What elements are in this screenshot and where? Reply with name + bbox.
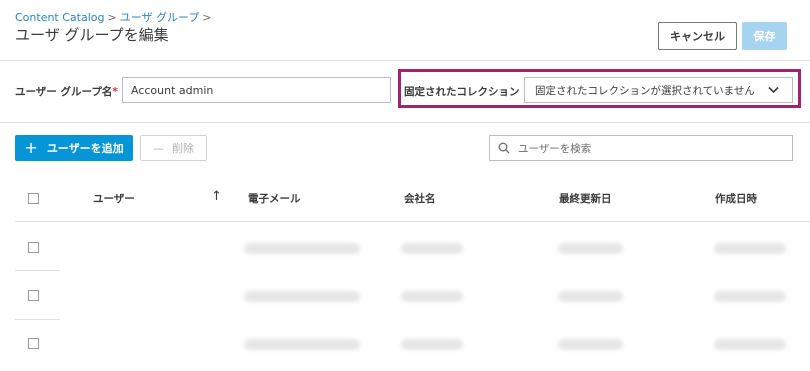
pinned-collection-value: 固定されたコレクションが選択されていません xyxy=(535,84,755,97)
search-placeholder: ユーザーを検索 xyxy=(518,142,592,155)
table-header-divider xyxy=(15,221,810,222)
breadcrumb-separator: > xyxy=(107,11,117,24)
row-modified-blurred xyxy=(558,291,623,302)
column-header-company[interactable]: 会社名 xyxy=(404,191,436,206)
group-name-label: ユーザー グループ名* xyxy=(15,84,118,99)
pinned-collection-label: 固定されたコレクション xyxy=(404,86,520,98)
row-company-blurred xyxy=(401,339,463,350)
breadcrumb-link-content-catalog[interactable]: Content Catalog xyxy=(15,11,105,24)
row-created-blurred xyxy=(714,339,786,350)
form-divider xyxy=(0,122,810,123)
row-company-blurred xyxy=(401,243,463,254)
row-divider xyxy=(15,270,60,271)
breadcrumb-link-user-groups[interactable]: ユーザ グループ xyxy=(120,11,200,24)
row-email-blurred xyxy=(244,291,360,302)
add-user-label: ユーザーを追加 xyxy=(46,142,124,155)
header-divider xyxy=(0,60,810,61)
required-mark: * xyxy=(112,86,118,98)
row-email-blurred xyxy=(244,243,360,254)
row-checkbox[interactable] xyxy=(28,338,39,349)
delete-button[interactable]: — 削除 xyxy=(140,135,207,161)
row-modified-blurred xyxy=(558,339,623,350)
add-user-button[interactable]: + ユーザーを追加 xyxy=(15,135,133,161)
row-checkbox[interactable] xyxy=(28,290,39,301)
group-name-label-text: ユーザー グループ名 xyxy=(15,86,113,98)
row-modified-blurred xyxy=(558,243,623,254)
row-created-blurred xyxy=(714,291,786,302)
row-created-blurred xyxy=(714,243,786,254)
delete-label: 削除 xyxy=(172,142,194,155)
column-header-email[interactable]: 電子メール xyxy=(248,191,301,206)
group-name-input[interactable]: Account admin xyxy=(122,77,391,103)
cancel-button[interactable]: キャンセル xyxy=(658,22,737,50)
row-checkbox[interactable] xyxy=(28,242,39,253)
save-button[interactable]: 保存 xyxy=(742,22,787,50)
breadcrumb-separator: > xyxy=(202,11,212,24)
breadcrumb: Content Catalog > ユーザ グループ > xyxy=(15,9,215,25)
search-input[interactable]: ユーザーを検索 xyxy=(489,135,793,161)
row-divider xyxy=(15,319,60,320)
column-header-user[interactable]: ユーザー xyxy=(93,191,135,206)
search-icon xyxy=(498,142,510,154)
column-header-last-modified[interactable]: 最終更新日 xyxy=(559,191,612,206)
sort-arrow-up-icon[interactable]: ↑ xyxy=(211,189,222,204)
row-email-blurred xyxy=(244,339,360,350)
row-company-blurred xyxy=(401,291,463,302)
pinned-collection-select[interactable]: 固定されたコレクションが選択されていません xyxy=(524,77,793,103)
chevron-down-icon xyxy=(768,86,779,94)
select-all-checkbox[interactable] xyxy=(28,193,39,204)
minus-icon: — xyxy=(153,141,164,155)
column-header-created[interactable]: 作成日時 xyxy=(715,191,757,206)
page-title: ユーザ グループを編集 xyxy=(15,26,169,44)
plus-icon: + xyxy=(24,138,38,157)
